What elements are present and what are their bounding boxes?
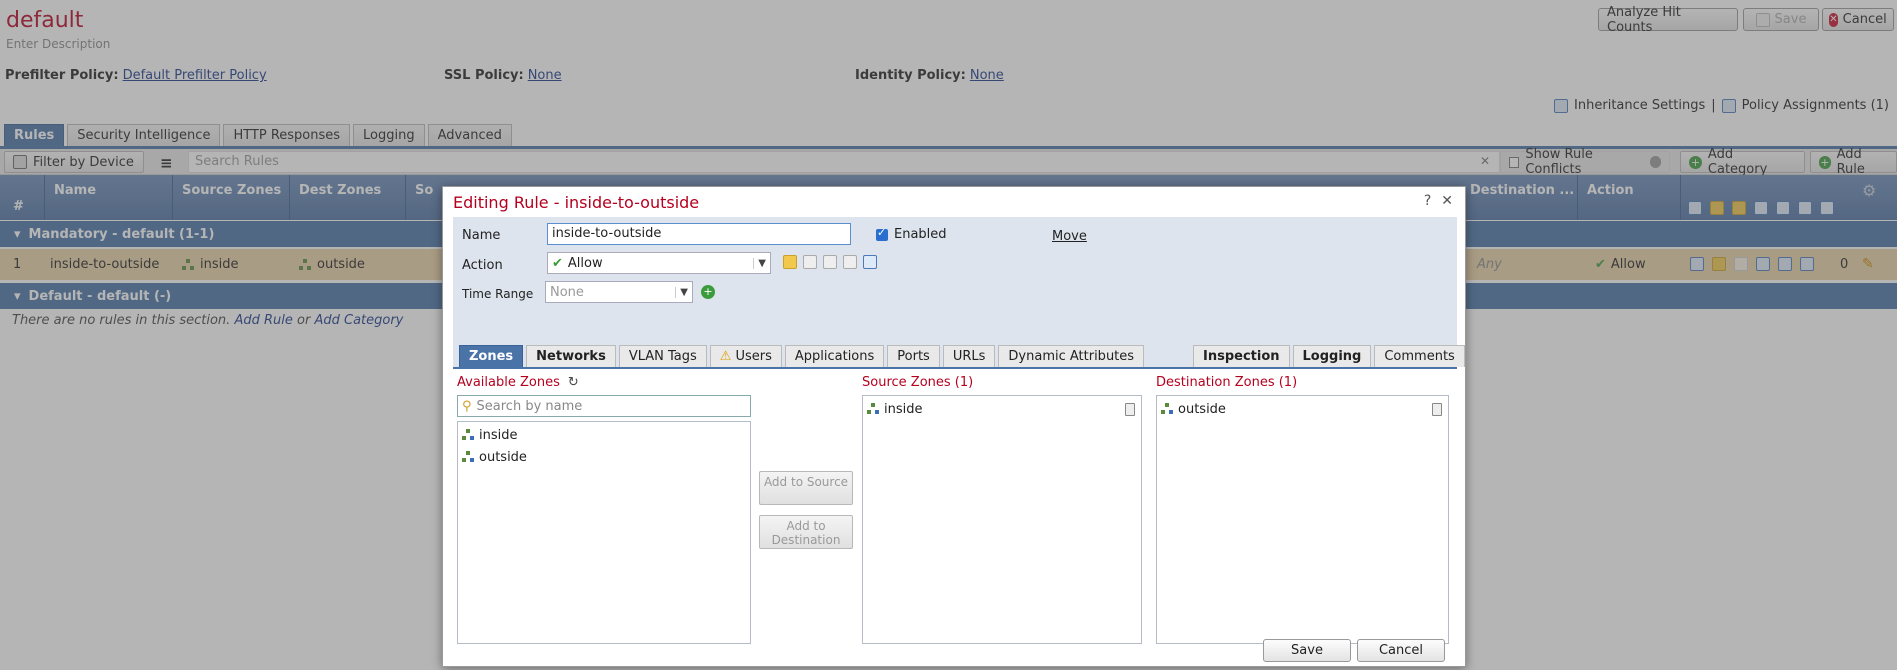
action-value: Allow — [567, 255, 603, 271]
close-icon[interactable]: ✕ — [1441, 193, 1453, 209]
time-range-select[interactable]: None ▼ — [545, 281, 693, 303]
time-range-value: None — [550, 284, 584, 300]
enabled-toggle[interactable]: Enabled — [876, 226, 947, 242]
log-icon[interactable] — [863, 255, 877, 269]
list-item[interactable]: outside — [1157, 398, 1448, 420]
action-icons — [783, 255, 877, 269]
zone-icon — [462, 451, 474, 463]
rule-tabs-right: Inspection Logging Comments — [1193, 345, 1465, 367]
zone-label: inside — [884, 401, 923, 417]
delete-icon[interactable] — [1432, 402, 1442, 416]
tab-vlan-tags[interactable]: VLAN Tags — [618, 345, 707, 367]
name-label: Name — [462, 228, 501, 243]
help-icon[interactable]: ? — [1424, 193, 1431, 209]
dialog-title: Editing Rule - inside-to-outside — [453, 193, 700, 212]
cancel-button[interactable]: Cancel — [1357, 639, 1445, 662]
zone-icon — [867, 403, 879, 415]
list-item[interactable]: inside — [863, 398, 1141, 420]
zone-icon — [462, 429, 474, 441]
available-zones-header: Available Zones ↻ — [457, 375, 579, 390]
action-label: Action — [462, 258, 503, 273]
destination-zones-title: Destination Zones (1) — [1156, 375, 1298, 390]
tab-applications[interactable]: Applications — [784, 345, 885, 367]
chevron-down-icon: ▼ — [753, 257, 766, 269]
tab-users-label: Users — [735, 349, 772, 364]
inspect-icon[interactable] — [843, 255, 857, 269]
search-icon: ⚲ — [462, 398, 472, 414]
zones-panel: Available Zones ↻ ⚲ Search by name insid… — [453, 369, 1457, 644]
add-to-destination-button[interactable]: Add to Destination — [759, 515, 853, 549]
move-link[interactable]: Move — [1052, 229, 1087, 244]
list-item[interactable]: outside — [458, 446, 750, 468]
zone-icon — [1161, 403, 1173, 415]
tab-logging[interactable]: Logging — [1292, 345, 1372, 367]
rule-tabs: Zones Networks VLAN Tags ⚠ Users Applica… — [459, 345, 1145, 367]
delete-icon[interactable] — [1125, 402, 1135, 416]
list-item[interactable]: inside — [458, 424, 750, 446]
tab-dynamic-attributes[interactable]: Dynamic Attributes — [998, 345, 1145, 367]
available-zones-title: Available Zones — [457, 375, 560, 390]
available-zones-list: inside outside — [457, 421, 751, 644]
shield-icon[interactable] — [783, 255, 797, 269]
add-time-range-icon[interactable]: + — [701, 285, 715, 299]
rule-name-input[interactable]: inside-to-outside — [547, 223, 851, 245]
dialog-body: Name inside-to-outside Enabled Move Acti… — [453, 217, 1465, 644]
warning-icon: ⚠ — [719, 349, 732, 364]
refresh-icon[interactable]: ↻ — [568, 375, 579, 390]
zone-label: outside — [479, 449, 527, 465]
zone-search-input[interactable]: ⚲ Search by name — [457, 395, 751, 417]
add-to-source-button[interactable]: Add to Source — [759, 471, 853, 505]
source-zones-title: Source Zones (1) — [862, 375, 974, 390]
tab-ports[interactable]: Ports — [887, 345, 940, 367]
editing-rule-dialog: Editing Rule - inside-to-outside ? ✕ Nam… — [442, 186, 1466, 667]
tab-inspection[interactable]: Inspection — [1193, 345, 1290, 367]
tab-users[interactable]: ⚠ Users — [709, 345, 782, 367]
destination-zones-list: outside — [1156, 395, 1449, 644]
tab-zones[interactable]: Zones — [459, 345, 524, 367]
tab-urls[interactable]: URLs — [942, 345, 996, 367]
file-policy-icon[interactable] — [803, 255, 817, 269]
source-zones-list: inside — [862, 395, 1142, 644]
allow-check-icon: ✔ — [552, 255, 563, 271]
zone-label: outside — [1178, 401, 1226, 417]
zone-search-placeholder: Search by name — [476, 398, 583, 414]
dialog-controls: ? ✕ — [1424, 193, 1453, 209]
tab-comments[interactable]: Comments — [1374, 345, 1465, 367]
enabled-checkbox[interactable] — [876, 226, 888, 241]
tab-networks[interactable]: Networks — [526, 345, 616, 367]
save-button[interactable]: Save — [1263, 639, 1351, 662]
variable-icon[interactable] — [823, 255, 837, 269]
time-range-label: Time Range — [462, 287, 534, 301]
enabled-label: Enabled — [894, 227, 947, 242]
zone-label: inside — [479, 427, 518, 443]
action-select[interactable]: ✔ Allow ▼ — [547, 252, 771, 274]
chevron-down-icon: ▼ — [675, 286, 688, 298]
